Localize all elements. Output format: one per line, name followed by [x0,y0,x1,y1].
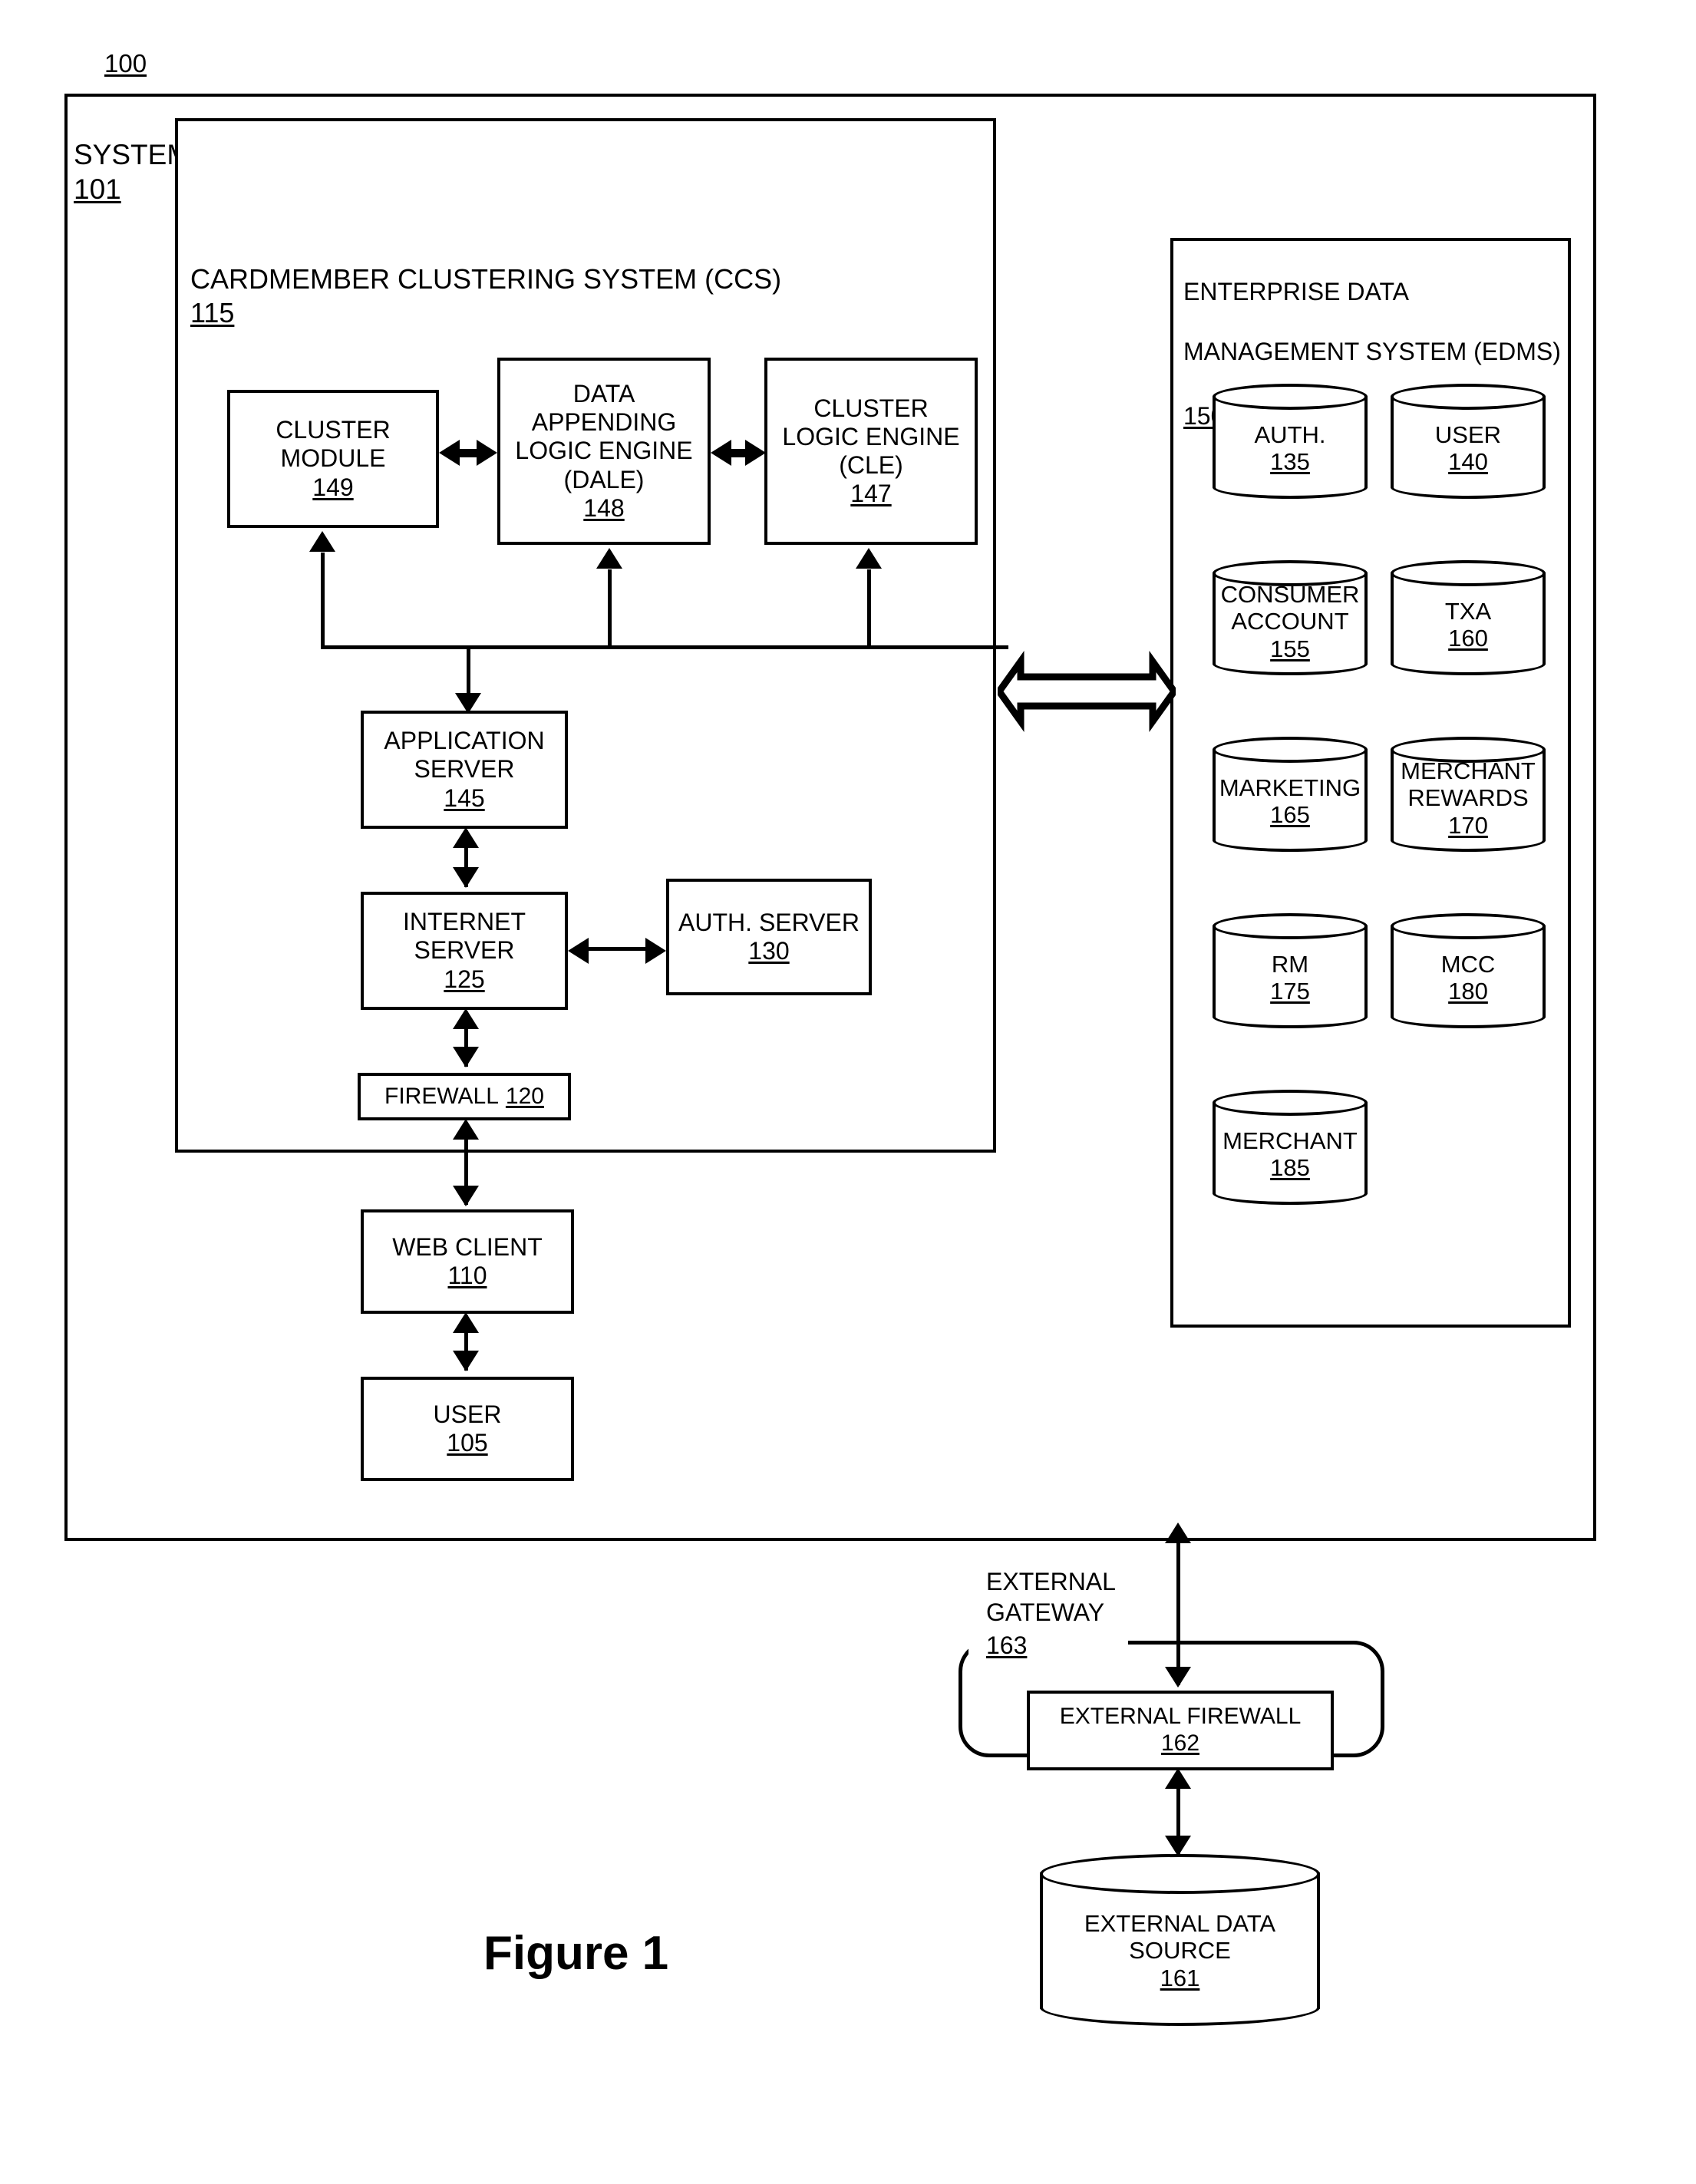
db-consumer-account-line1: CONSUMER [1220,581,1360,608]
cylinder-top-ellipse [1391,560,1546,586]
system-title-ref: 101 [74,173,121,206]
external-gateway-label: EXTERNAL GATEWAY 163 [986,1567,1116,1661]
database-cylinder-merchant[interactable]: MERCHANT 185 [1213,1090,1368,1205]
cle-ref: 147 [850,480,892,508]
external-gateway-ref: 163 [986,1631,1028,1660]
edms-title-line1: ENTERPRISE DATA [1183,278,1409,306]
db-rm-label: RM [1271,950,1309,978]
web-client-line1: WEB CLIENT [392,1232,543,1261]
cluster-module-line2: MODULE [280,444,386,473]
user-line1: USER [433,1400,502,1428]
block-arrow-svg [995,651,1179,732]
database-cylinder-marketing[interactable]: MARKETING 165 [1213,737,1368,852]
dale-ref: 148 [583,493,625,522]
internet-server-line2: SERVER [414,936,515,965]
web-client-ref: 110 [447,1262,487,1289]
auth-server-ref: 130 [748,937,790,965]
dale-box[interactable]: DATA APPENDING LOGIC ENGINE (DALE) 148 [497,358,711,545]
external-gateway-line2: GATEWAY [986,1598,1105,1626]
firewall-box[interactable]: FIREWALL 120 [358,1073,571,1120]
external-firewall-line1: EXTERNAL FIREWALL [1059,1704,1302,1730]
user-box[interactable]: USER 105 [361,1377,574,1481]
application-server-line1: APPLICATION [384,727,545,755]
db-rm-ref: 175 [1270,978,1310,1005]
db-consumer-account-line2: ACCOUNT [1231,608,1349,635]
db-merchant-rewards-line2: REWARDS [1407,784,1529,812]
external-data-source-cylinder[interactable]: EXTERNAL DATA SOURCE 161 [1040,1854,1320,2026]
external-firewall-box[interactable]: EXTERNAL FIREWALL 162 [1027,1691,1334,1770]
figure-reference-numeral: 100 [104,49,147,78]
ccs-title-ref: 115 [190,296,235,328]
db-consumer-account-ref: 155 [1270,635,1310,662]
db-auth-ref: 135 [1270,448,1310,475]
database-cylinder-user[interactable]: USER 140 [1391,384,1546,499]
cylinder-top-ellipse [1391,384,1546,410]
ccs-title-label: CARDMEMBER CLUSTERING SYSTEM (CCS) [190,262,782,295]
application-server-ref: 145 [444,784,485,812]
database-cylinder-mcc[interactable]: MCC 180 [1391,913,1546,1028]
application-server-box[interactable]: APPLICATION SERVER 145 [361,711,568,829]
ccs-title: CARDMEMBER CLUSTERING SYSTEM (CCS) 115 [190,229,781,330]
db-merchant-rewards-line1: MERCHANT [1401,757,1536,784]
cylinder-top-ellipse [1040,1854,1320,1894]
firewall-label: FIREWALL [384,1083,499,1109]
cylinder-top-ellipse [1391,913,1546,939]
db-marketing-ref: 165 [1270,801,1310,828]
database-cylinder-rm[interactable]: RM 175 [1213,913,1368,1028]
auth-server-line1: AUTH. SERVER [678,908,860,936]
database-cylinder-txa[interactable]: TXA 160 [1391,560,1546,675]
database-cylinder-auth[interactable]: AUTH. 135 [1213,384,1368,499]
external-data-source-ref: 161 [1160,1964,1200,1991]
db-auth-label: AUTH. [1254,421,1326,448]
system-title-label: SYSTEM [74,139,191,171]
internet-server-line1: INTERNET [403,908,526,936]
cluster-module-ref: 149 [312,473,354,501]
auth-server-box[interactable]: AUTH. SERVER 130 [666,879,872,995]
cle-line1: CLUSTER [813,394,929,422]
external-data-source-line2: SOURCE [1129,1937,1231,1965]
db-mcc-ref: 180 [1448,978,1488,1005]
db-merchant-label: MERCHANT [1223,1127,1358,1154]
database-cylinder-consumer-account[interactable]: CONSUMER ACCOUNT 155 [1213,560,1368,675]
dale-line3: LOGIC ENGINE [515,437,693,465]
dale-line4: (DALE) [563,465,645,493]
edms-title-line2: MANAGEMENT SYSTEM (EDMS) [1183,338,1561,366]
db-txa-ref: 160 [1448,625,1488,652]
user-ref: 105 [447,1429,488,1457]
cle-line3: (CLE) [839,451,903,479]
web-client-box[interactable]: WEB CLIENT 110 [361,1209,574,1314]
db-mcc-label: MCC [1440,950,1496,978]
external-firewall-ref: 162 [1160,1730,1200,1756]
db-txa-label: TXA [1444,597,1492,625]
application-server-line2: SERVER [414,755,515,784]
figure-caption: Figure 1 [483,1927,669,1980]
cluster-module-line1: CLUSTER [276,416,391,444]
db-user-label: USER [1434,421,1502,448]
cylinder-top-ellipse [1213,384,1368,410]
cle-line2: LOGIC ENGINE [782,422,960,450]
cylinder-top-ellipse [1213,737,1368,763]
db-user-ref: 140 [1448,448,1488,475]
ccs-edms-bidirectional-block-arrow [995,637,1179,746]
dale-line1: DATA [572,380,635,408]
system-title: SYSTEM 101 [74,103,190,206]
db-merchant-ref: 185 [1270,1154,1310,1181]
internet-server-box[interactable]: INTERNET SERVER 125 [361,892,568,1010]
db-marketing-label: MARKETING [1219,774,1361,801]
cluster-module-box[interactable]: CLUSTER MODULE 149 [227,390,439,528]
cle-box[interactable]: CLUSTER LOGIC ENGINE (CLE) 147 [764,358,978,545]
database-cylinder-merchant-rewards[interactable]: MERCHANT REWARDS 170 [1391,737,1546,852]
external-gateway-line1: EXTERNAL [986,1568,1116,1595]
firewall-ref: 120 [505,1083,544,1109]
external-data-source-line1: EXTERNAL DATA [1084,1910,1276,1937]
figure-page: 100 SYSTEM 101 CARDMEMBER CLUSTERING SYS… [0,0,1696,2184]
internet-server-ref: 125 [444,965,485,993]
cylinder-top-ellipse [1213,913,1368,939]
cylinder-top-ellipse [1213,1090,1368,1116]
dale-line2: APPENDING [531,408,677,437]
db-merchant-rewards-ref: 170 [1448,811,1488,839]
